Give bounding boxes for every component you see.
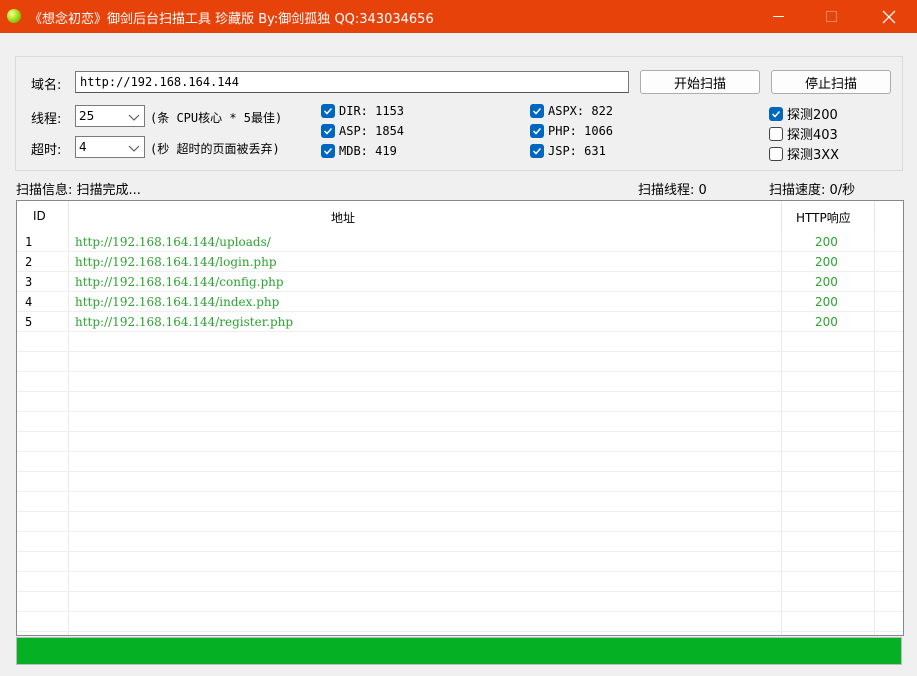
row-url: http://192.168.164.144/register.php [75, 315, 294, 329]
checkmark-icon [769, 106, 783, 121]
scan-threads-status: 扫描线程: 0 [638, 183, 707, 198]
progress-fill [17, 638, 901, 664]
threads-label: 线程: [31, 112, 62, 127]
domain-input[interactable]: http://192.168.164.144 [75, 71, 629, 93]
minimize-button[interactable] [755, 0, 801, 33]
dict-dir-checkbox[interactable]: DIR: 1153 [321, 104, 404, 118]
dict-php-checkbox[interactable]: PHP: 1066 [530, 124, 613, 138]
table-header: ID 地址 HTTP响应 [17, 201, 903, 232]
row-http-code: 200 [815, 295, 838, 309]
row-http-code: 200 [815, 255, 838, 269]
empty-row [17, 332, 903, 352]
dict-jsp-label: JSP: 631 [548, 144, 606, 158]
row-url: http://192.168.164.144/index.php [75, 295, 280, 309]
dict-aspx-label: ASPX: 822 [548, 104, 614, 118]
dict-jsp-checkbox[interactable]: JSP: 631 [530, 144, 606, 158]
threads-select[interactable]: 25 [75, 105, 145, 127]
row-id: 5 [25, 315, 33, 329]
empty-row [17, 472, 903, 492]
header-separator [68, 201, 69, 232]
probe-200-checkbox[interactable]: 探测200 [769, 104, 838, 123]
table-row[interactable]: 5 http://192.168.164.144/register.php 20… [17, 312, 903, 332]
row-id: 2 [25, 255, 33, 269]
table-row[interactable]: 2 http://192.168.164.144/login.php 200 [17, 252, 903, 272]
header-separator [874, 201, 875, 232]
window-title: 《想念初恋》御剑后台扫描工具 珍藏版 By:御剑孤独 QQ:343034656 [29, 12, 434, 27]
column-header-address[interactable]: 地址 [331, 209, 355, 226]
timeout-hint: (秒 超时的页面被丢弃) [150, 142, 280, 156]
checkmark-icon [321, 144, 335, 158]
empty-row [17, 572, 903, 592]
empty-row [17, 552, 903, 572]
probe-403-label: 探测403 [787, 128, 838, 143]
dict-aspx-checkbox[interactable]: ASPX: 822 [530, 104, 613, 118]
timeout-select[interactable]: 4 [75, 136, 145, 158]
empty-row [17, 372, 903, 392]
column-header-id[interactable]: ID [33, 209, 46, 223]
scan-progress-bar [16, 637, 902, 665]
checkmark-icon [530, 124, 544, 138]
stop-scan-button[interactable]: 停止扫描 [771, 70, 891, 94]
row-url: http://192.168.164.144/uploads/ [75, 235, 271, 249]
row-http-code: 200 [815, 275, 838, 289]
checkbox-empty-icon [769, 126, 783, 141]
row-http-code: 200 [815, 235, 838, 249]
maximize-button[interactable] [808, 0, 854, 33]
empty-row [17, 352, 903, 372]
empty-row [17, 592, 903, 612]
table-row[interactable]: 3 http://192.168.164.144/config.php 200 [17, 272, 903, 292]
domain-label: 域名: [31, 78, 62, 93]
maximize-icon [825, 11, 837, 22]
probe-403-checkbox[interactable]: 探测403 [769, 124, 838, 143]
empty-row [17, 452, 903, 472]
probe-3xx-label: 探测3XX [787, 148, 840, 163]
timeout-label: 超时: [31, 143, 62, 158]
checkmark-icon [321, 124, 335, 138]
threads-value: 25 [79, 109, 95, 123]
dict-mdb-checkbox[interactable]: MDB: 419 [321, 144, 397, 158]
row-id: 1 [25, 235, 33, 249]
close-button[interactable] [866, 0, 912, 33]
row-http-code: 200 [815, 315, 838, 329]
dict-dir-label: DIR: 1153 [339, 104, 405, 118]
empty-row [17, 612, 903, 632]
empty-row [17, 492, 903, 512]
scan-speed-status: 扫描速度: 0/秒 [769, 183, 856, 198]
checkmark-icon [530, 144, 544, 158]
table-row[interactable]: 4 http://192.168.164.144/index.php 200 [17, 292, 903, 312]
green-ball-icon [7, 9, 21, 23]
empty-row [17, 432, 903, 452]
column-header-http-response[interactable]: HTTP响应 [796, 209, 851, 226]
probe-200-label: 探测200 [787, 108, 838, 123]
threads-hint: (条 CPU核心 * 5最佳) [150, 111, 283, 125]
row-url: http://192.168.164.144/config.php [75, 275, 284, 289]
dict-asp-checkbox[interactable]: ASP: 1854 [321, 124, 404, 138]
checkmark-icon [530, 104, 544, 118]
row-url: http://192.168.164.144/login.php [75, 255, 277, 269]
chevron-down-icon [128, 145, 140, 152]
dict-mdb-label: MDB: 419 [339, 144, 397, 158]
checkmark-icon [321, 104, 335, 118]
row-id: 3 [25, 275, 33, 289]
start-scan-button[interactable]: 开始扫描 [640, 70, 760, 94]
probe-3xx-checkbox[interactable]: 探测3XX [769, 144, 839, 163]
scan-info-status: 扫描信息: 扫描完成... [16, 183, 141, 198]
minimize-icon [772, 16, 784, 17]
header-separator [781, 201, 782, 232]
empty-row [17, 412, 903, 432]
dict-php-label: PHP: 1066 [548, 124, 614, 138]
results-table[interactable]: ID 地址 HTTP响应 1 http://192.168.164.144/up… [16, 200, 904, 636]
dict-asp-label: ASP: 1854 [339, 124, 405, 138]
empty-row [17, 512, 903, 532]
close-icon [882, 10, 896, 23]
empty-row [17, 532, 903, 552]
empty-row [17, 392, 903, 412]
table-row[interactable]: 1 http://192.168.164.144/uploads/ 200 [17, 232, 903, 252]
timeout-value: 4 [79, 140, 87, 154]
title-bar: 《想念初恋》御剑后台扫描工具 珍藏版 By:御剑孤独 QQ:343034656 [0, 0, 917, 33]
checkbox-empty-icon [769, 146, 783, 161]
chevron-down-icon [128, 114, 140, 121]
row-id: 4 [25, 295, 33, 309]
